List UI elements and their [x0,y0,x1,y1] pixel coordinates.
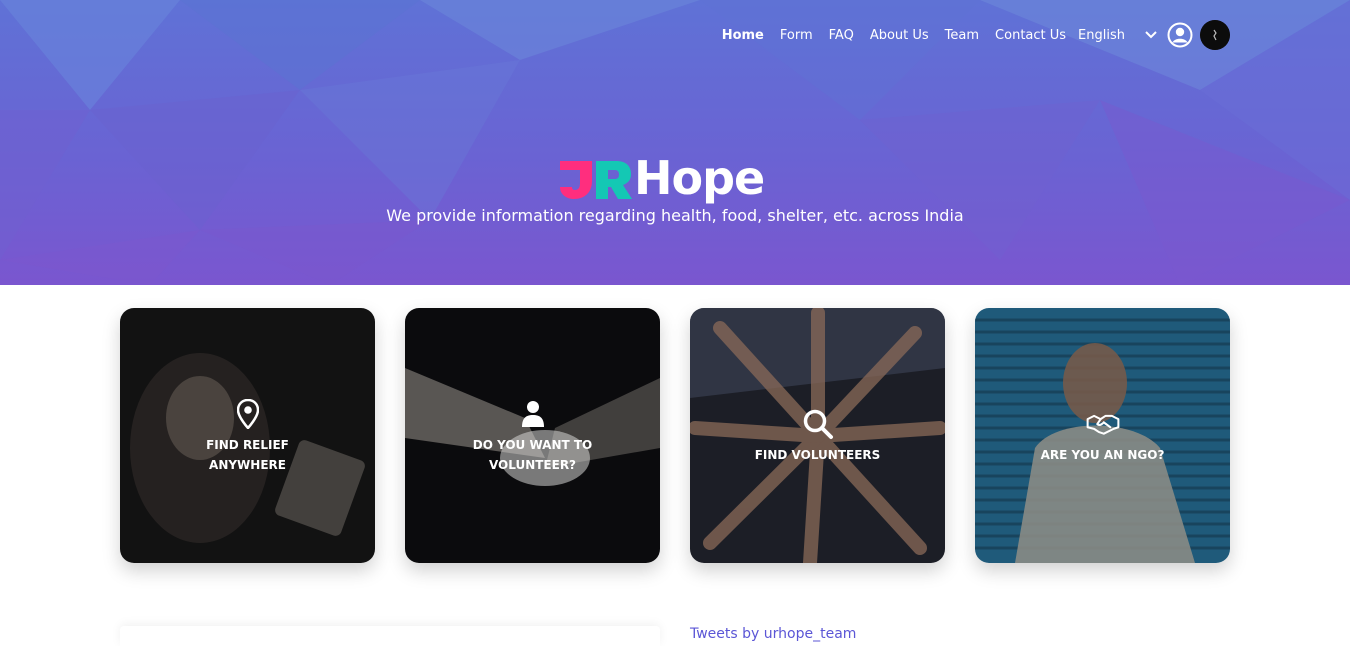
top-navigation: Home Form FAQ About Us Team Contact Us E… [706,20,1230,50]
hero-tagline: We provide information regarding health,… [386,206,964,225]
logo-mark-icon [558,155,634,201]
card-content: DO YOU WANT TO VOLUNTEER? [405,308,660,563]
card-find-volunteers[interactable]: FIND VOLUNTEERS [690,308,945,563]
brand-logo: Hope [558,150,798,206]
person-icon [516,397,550,431]
nav-home[interactable]: Home [722,28,764,43]
nav-about-us[interactable]: About Us [870,28,929,43]
nav-team[interactable]: Team [945,28,979,43]
card-volunteer[interactable]: DO YOU WANT TO VOLUNTEER? [405,308,660,563]
nav-contact-us[interactable]: Contact Us [995,28,1066,43]
avatar[interactable] [1200,20,1230,50]
card-content: FIND VOLUNTEERS [690,308,945,563]
user-circle-icon[interactable] [1167,22,1193,48]
card-label: ARE YOU AN NGO? [1040,447,1165,462]
card-find-relief[interactable]: FIND RELIEF ANYWHERE [120,308,375,563]
card-label: FIND RELIEF ANYWHERE [206,437,289,472]
card-content: FIND RELIEF ANYWHERE [120,308,375,563]
card-label: FIND VOLUNTEERS [754,447,881,462]
nav-form[interactable]: Form [780,28,813,43]
hero-banner: Home Form FAQ About Us Team Contact Us E… [0,0,1350,285]
map-pin-icon [231,397,265,431]
tweets-link[interactable]: Tweets by urhope_team [690,626,856,642]
card-label: DO YOU WANT TO VOLUNTEER? [472,437,593,472]
logo-text: Hope [634,151,765,205]
card-content: ARE YOU AN NGO? [975,308,1230,563]
nav-faq[interactable]: FAQ [829,28,854,43]
language-selected-value: English [1078,27,1125,43]
language-select[interactable]: English [1078,23,1163,47]
content-panel [120,626,660,646]
action-cards: FIND RELIEF ANYWHERE DO YOU WANT TO VOLU… [120,308,1230,563]
card-ngo[interactable]: ARE YOU AN NGO? [975,308,1230,563]
handshake-icon [1086,407,1120,441]
chevron-down-icon[interactable] [1139,23,1163,47]
search-icon [801,407,835,441]
